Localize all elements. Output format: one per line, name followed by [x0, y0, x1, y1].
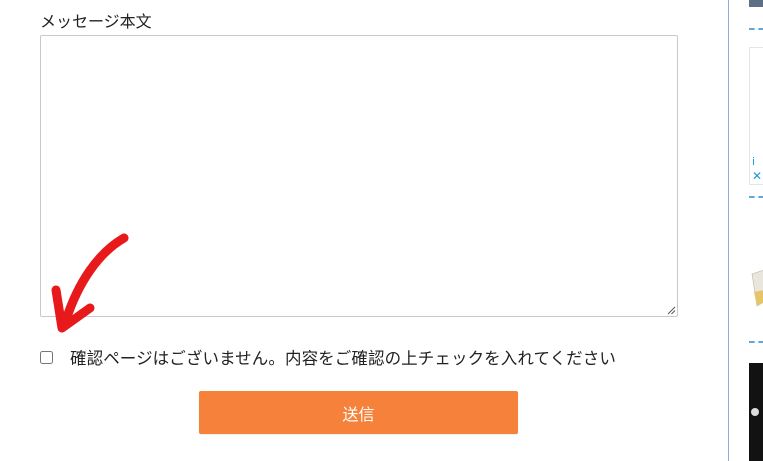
- ad-info-icon[interactable]: i: [752, 156, 755, 168]
- sidebar: i ✕: [728, 0, 763, 461]
- contact-form: メッセージ本文 確認ページはございません。内容をご確認の上チェックを入れてくださ…: [0, 0, 728, 461]
- sidebar-divider: [749, 28, 763, 30]
- sidebar-divider: [749, 196, 763, 198]
- confirm-checkbox[interactable]: [40, 350, 53, 364]
- red-curved-arrow-icon: [51, 233, 129, 333]
- ad-close-icon[interactable]: ✕: [752, 170, 762, 182]
- sidebar-thumbnail[interactable]: [749, 0, 763, 7]
- confirm-text: 確認ページはございません。内容をご確認の上チェックを入れてください: [70, 349, 616, 368]
- sidebar-product-image[interactable]: [749, 262, 763, 312]
- sidebar-dark-image[interactable]: [749, 363, 763, 461]
- confirm-row: 確認ページはございません。内容をご確認の上チェックを入れてください: [40, 344, 616, 370]
- submit-button[interactable]: 送信: [199, 391, 518, 434]
- image-detail: [751, 408, 759, 416]
- sidebar-ad[interactable]: i ✕: [749, 47, 763, 185]
- sidebar-divider: [749, 341, 763, 343]
- message-label: メッセージ本文: [40, 12, 152, 31]
- resize-grip-icon[interactable]: [666, 305, 676, 315]
